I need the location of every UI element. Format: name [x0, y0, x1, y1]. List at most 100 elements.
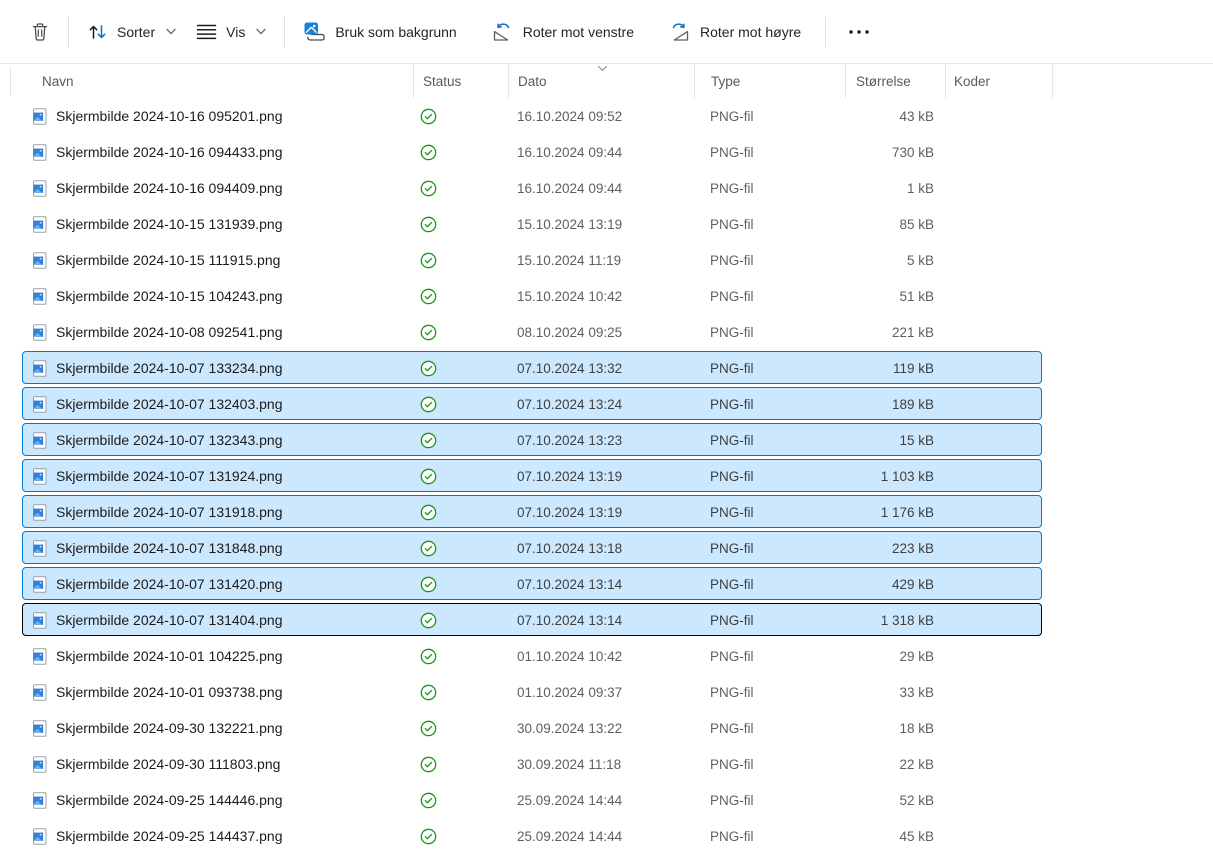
file-date: 07.10.2024 13:24	[508, 397, 694, 412]
png-file-icon	[32, 576, 48, 593]
file-type: PNG-fil	[694, 613, 845, 628]
trash-icon	[30, 22, 50, 42]
delete-button[interactable]	[20, 14, 60, 50]
file-size: 33 kB	[845, 685, 945, 700]
file-date: 07.10.2024 13:19	[508, 505, 694, 520]
file-type: PNG-fil	[694, 721, 845, 736]
file-date: 01.10.2024 10:42	[508, 649, 694, 664]
file-date: 30.09.2024 11:18	[508, 757, 694, 772]
file-date: 15.10.2024 11:19	[508, 253, 694, 268]
table-row[interactable]: Skjermbilde 2024-10-16 095201.png 16.10.…	[22, 98, 1042, 134]
file-name: Skjermbilde 2024-09-30 111803.png	[56, 756, 280, 772]
column-header-row: Navn Status Dato Type Størrelse Koder	[22, 64, 1053, 98]
table-row[interactable]: Skjermbilde 2024-10-07 133234.png 07.10.…	[22, 350, 1042, 386]
file-name: Skjermbilde 2024-10-15 131939.png	[56, 216, 283, 232]
synced-status-icon	[420, 360, 437, 377]
png-file-icon	[32, 252, 48, 269]
synced-status-icon	[420, 612, 437, 629]
table-row[interactable]: Skjermbilde 2024-10-16 094433.png 16.10.…	[22, 134, 1042, 170]
table-row[interactable]: Skjermbilde 2024-10-08 092541.png 08.10.…	[22, 314, 1042, 350]
synced-status-icon	[420, 324, 437, 341]
png-file-icon	[32, 504, 48, 521]
png-file-icon	[32, 828, 48, 845]
view-button[interactable]: Vis	[186, 15, 276, 49]
table-row[interactable]: Skjermbilde 2024-10-15 131939.png 15.10.…	[22, 206, 1042, 242]
file-date: 16.10.2024 09:52	[508, 109, 694, 124]
table-row[interactable]: Skjermbilde 2024-09-30 132221.png 30.09.…	[22, 710, 1042, 746]
table-row[interactable]: Skjermbilde 2024-10-07 131918.png 07.10.…	[22, 494, 1042, 530]
file-size: 1 103 kB	[845, 469, 945, 484]
column-header-navn[interactable]: Navn	[22, 64, 413, 98]
sort-button-label: Sorter	[117, 24, 155, 40]
table-row[interactable]: Skjermbilde 2024-10-07 132343.png 07.10.…	[22, 422, 1042, 458]
synced-status-icon	[420, 468, 437, 485]
table-row[interactable]: Skjermbilde 2024-09-30 111803.png 30.09.…	[22, 746, 1042, 782]
sort-button[interactable]: Sorter	[77, 14, 186, 50]
table-row[interactable]: Skjermbilde 2024-10-07 131420.png 07.10.…	[22, 566, 1042, 602]
file-size: 52 kB	[845, 793, 945, 808]
file-date: 30.09.2024 13:22	[508, 721, 694, 736]
table-row[interactable]: Skjermbilde 2024-10-07 131848.png 07.10.…	[22, 530, 1042, 566]
file-name: Skjermbilde 2024-09-25 144446.png	[56, 792, 283, 808]
synced-status-icon	[420, 144, 437, 161]
synced-status-icon	[420, 828, 437, 845]
file-type: PNG-fil	[694, 685, 845, 700]
table-row[interactable]: Skjermbilde 2024-10-07 131404.png 07.10.…	[22, 602, 1042, 638]
file-type: PNG-fil	[694, 469, 845, 484]
set-as-background-button[interactable]: Bruk som bakgrunn	[293, 13, 466, 50]
synced-status-icon	[420, 288, 437, 305]
column-header-storrelse[interactable]: Størrelse	[845, 64, 945, 98]
more-ellipsis-icon	[848, 29, 870, 35]
synced-status-icon	[420, 504, 437, 521]
file-date: 25.09.2024 14:44	[508, 793, 694, 808]
table-row[interactable]: Skjermbilde 2024-10-07 132403.png 07.10.…	[22, 386, 1042, 422]
file-name: Skjermbilde 2024-10-07 131848.png	[56, 540, 283, 556]
synced-status-icon	[420, 432, 437, 449]
file-size: 429 kB	[845, 577, 945, 592]
table-row[interactable]: Skjermbilde 2024-09-25 144446.png 25.09.…	[22, 782, 1042, 818]
file-name: Skjermbilde 2024-10-07 132343.png	[56, 432, 283, 448]
toolbar-divider	[284, 17, 285, 47]
column-header-type[interactable]: Type	[694, 64, 845, 98]
synced-status-icon	[420, 648, 437, 665]
file-name: Skjermbilde 2024-10-16 094409.png	[56, 180, 283, 196]
synced-status-icon	[420, 792, 437, 809]
file-type: PNG-fil	[694, 289, 845, 304]
column-header-koder[interactable]: Koder	[945, 64, 1053, 98]
file-date: 07.10.2024 13:23	[508, 433, 694, 448]
set-as-background-label: Bruk som bakgrunn	[335, 24, 456, 40]
file-name: Skjermbilde 2024-10-16 095201.png	[56, 108, 283, 124]
file-name: Skjermbilde 2024-10-07 131918.png	[56, 504, 283, 520]
png-file-icon	[32, 144, 48, 161]
file-size: 51 kB	[845, 289, 945, 304]
table-row[interactable]: Skjermbilde 2024-10-16 094409.png 16.10.…	[22, 170, 1042, 206]
table-row[interactable]: Skjermbilde 2024-10-15 104243.png 15.10.…	[22, 278, 1042, 314]
rotate-right-label: Roter mot høyre	[700, 24, 801, 40]
table-row[interactable]: Skjermbilde 2024-10-01 104225.png 01.10.…	[22, 638, 1042, 674]
column-header-status[interactable]: Status	[413, 64, 508, 98]
toolbar-divider	[825, 17, 826, 47]
file-type: PNG-fil	[694, 829, 845, 844]
png-file-icon	[32, 684, 48, 701]
rotate-right-button[interactable]: Roter mot høyre	[658, 13, 811, 51]
png-file-icon	[32, 612, 48, 629]
more-options-button[interactable]	[834, 21, 884, 43]
synced-status-icon	[420, 576, 437, 593]
png-file-icon	[32, 432, 48, 449]
file-type: PNG-fil	[694, 325, 845, 340]
table-row[interactable]: Skjermbilde 2024-10-15 111915.png 15.10.…	[22, 242, 1042, 278]
table-row[interactable]: Skjermbilde 2024-09-25 144437.png 25.09.…	[22, 818, 1042, 854]
rotate-left-button[interactable]: Roter mot venstre	[481, 13, 644, 51]
png-file-icon	[32, 396, 48, 413]
file-size: 29 kB	[845, 649, 945, 664]
sort-arrows-icon	[87, 22, 108, 42]
file-type: PNG-fil	[694, 577, 845, 592]
file-date: 07.10.2024 13:19	[508, 469, 694, 484]
view-button-label: Vis	[226, 24, 245, 40]
file-size: 5 kB	[845, 253, 945, 268]
synced-status-icon	[420, 396, 437, 413]
table-row[interactable]: Skjermbilde 2024-10-01 093738.png 01.10.…	[22, 674, 1042, 710]
column-header-dato[interactable]: Dato	[508, 64, 694, 98]
chevron-down-icon	[256, 28, 266, 35]
table-row[interactable]: Skjermbilde 2024-10-07 131924.png 07.10.…	[22, 458, 1042, 494]
